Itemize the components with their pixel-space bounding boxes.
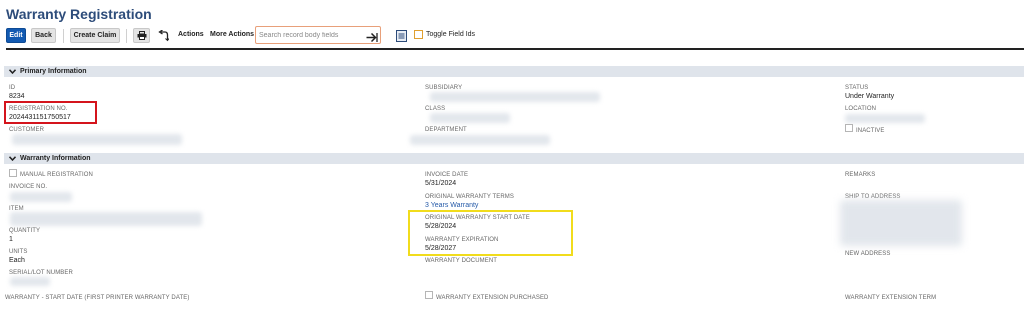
toggle-field-ids-checkbox[interactable] — [414, 30, 423, 39]
quantity-label: QUANTITY — [9, 228, 41, 234]
extension-term-label: WARRANTY EXTENSION TERM — [845, 295, 937, 301]
search-button[interactable] — [366, 30, 378, 48]
create-claim-button[interactable]: Create Claim — [70, 28, 120, 43]
manual-registration-label: MANUAL REGISTRATION — [20, 172, 93, 178]
section-title-warranty: Warranty Information — [20, 155, 91, 162]
section-header-primary[interactable]: Primary Information — [4, 66, 1024, 77]
section-title-primary: Primary Information — [20, 68, 87, 75]
section-header-warranty[interactable]: Warranty Information — [4, 153, 1024, 164]
original-terms-link[interactable]: 3 Years Warranty — [425, 202, 478, 209]
search-input[interactable] — [259, 29, 359, 41]
chevron-down-icon — [9, 69, 16, 74]
field-ids-button[interactable] — [396, 29, 407, 47]
inactive-label: INACTIVE — [856, 128, 885, 134]
subsidiary-redacted — [430, 92, 600, 102]
department-label: DEPARTMENT — [425, 127, 467, 133]
class-redacted — [430, 113, 510, 123]
location-label: LOCATION — [845, 106, 877, 112]
warranty-document-label: WARRANTY DOCUMENT — [425, 258, 498, 264]
actions-menu[interactable]: Actions — [178, 31, 204, 38]
extension-purchased-label: WARRANTY EXTENSION PURCHASED — [436, 295, 549, 301]
new-address-label: NEW ADDRESS — [845, 251, 891, 257]
units-value: Each — [9, 257, 25, 264]
class-label: CLASS — [425, 106, 446, 112]
print-icon — [137, 31, 146, 40]
quantity-value: 1 — [9, 236, 13, 243]
ship-to-redacted — [840, 200, 962, 246]
search-box — [255, 26, 381, 44]
remarks-label: REMARKS — [845, 172, 876, 178]
undo-button[interactable] — [158, 29, 170, 42]
invoice-date-label: INVOICE DATE — [425, 172, 469, 178]
inactive-checkbox[interactable] — [845, 124, 853, 132]
customer-label: CUSTOMER — [9, 127, 45, 133]
serial-lot-label: SERIAL/LOT NUMBER — [9, 270, 73, 276]
toggle-field-ids-label: Toggle Field Ids — [426, 31, 476, 38]
chevron-down-icon — [9, 156, 16, 161]
toolbar-divider — [126, 29, 127, 43]
undo-icon — [158, 29, 170, 42]
id-value: 8234 — [9, 93, 25, 100]
original-terms-label: ORIGINAL WARRANTY TERMS — [425, 194, 514, 200]
highlight-warranty-dates — [408, 210, 573, 256]
back-button[interactable]: Back — [31, 28, 56, 43]
manual-registration-checkbox[interactable] — [9, 169, 17, 177]
invoice-no-redacted — [10, 192, 72, 202]
extension-purchased-checkbox[interactable] — [425, 291, 433, 299]
search-arrow-icon — [366, 32, 378, 43]
location-redacted — [845, 114, 925, 123]
status-value: Under Warranty — [845, 93, 895, 100]
status-label: STATUS — [845, 85, 869, 91]
field-ids-icon — [396, 30, 407, 42]
customer-redacted — [12, 134, 182, 145]
highlight-registration-no — [4, 101, 97, 124]
more-actions-menu[interactable]: More Actions — [210, 31, 254, 38]
item-redacted — [10, 212, 202, 226]
edit-button[interactable]: Edit — [6, 28, 26, 43]
print-button[interactable] — [133, 28, 150, 43]
id-label: ID — [9, 85, 16, 91]
units-label: UNITS — [9, 249, 28, 255]
page-title: Warranty Registration — [6, 6, 152, 22]
serial-lot-redacted — [10, 277, 50, 286]
toolbar-divider — [63, 29, 64, 43]
subsidiary-label: SUBSIDIARY — [425, 85, 463, 91]
invoice-date-value: 5/31/2024 — [425, 180, 457, 187]
header-divider — [6, 48, 1024, 50]
warranty-start-printer-label: WARRANTY - START DATE (FIRST PRINTER WAR… — [5, 295, 190, 301]
invoice-no-label: INVOICE NO. — [9, 184, 48, 190]
department-redacted — [410, 135, 550, 145]
